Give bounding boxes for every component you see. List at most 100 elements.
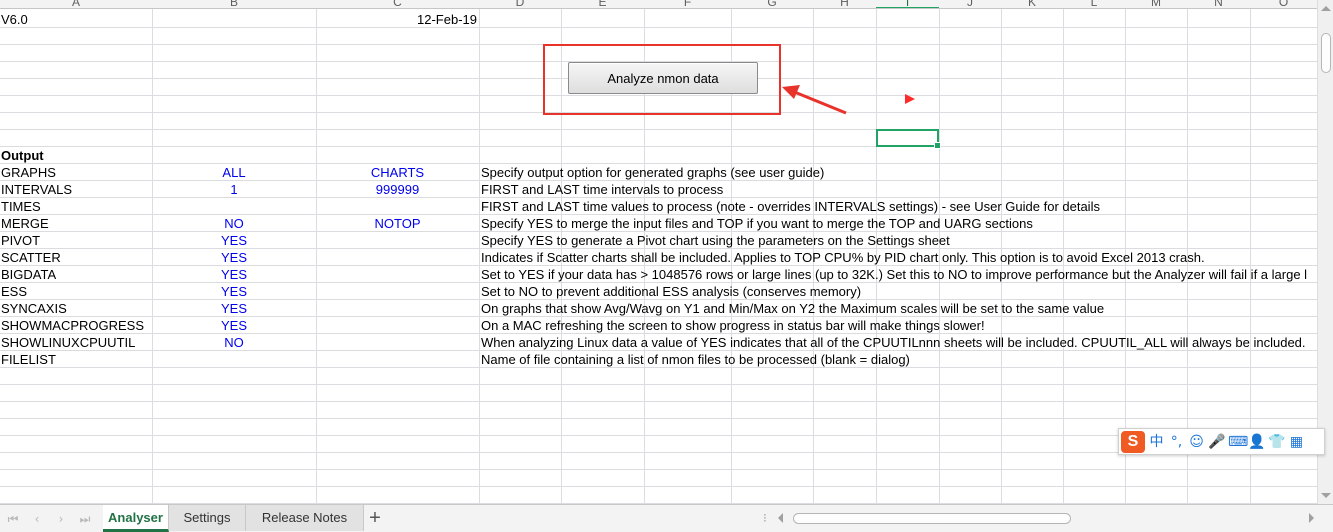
- setting-value-cell[interactable]: YES: [152, 300, 316, 317]
- setting-description-cell[interactable]: Specify YES to generate a Pivot chart us…: [480, 232, 1317, 249]
- setting-name-cell[interactable]: SCATTER: [0, 249, 152, 266]
- setting-value-cell[interactable]: 1: [152, 181, 316, 198]
- column-header-f[interactable]: F: [644, 0, 731, 8]
- scroll-right-icon[interactable]: [1309, 513, 1314, 523]
- setting-description-cell[interactable]: FIRST and LAST time intervals to process: [480, 181, 1317, 198]
- next-sheet-icon[interactable]: ›: [54, 512, 68, 526]
- setting-description-cell[interactable]: On graphs that show Avg/Wavg on Y1 and M…: [480, 300, 1317, 317]
- setting-value2-cell[interactable]: [316, 266, 479, 283]
- column-header-g[interactable]: G: [731, 0, 813, 8]
- keyboard-icon[interactable]: ⌨: [1228, 432, 1248, 452]
- setting-name-cell[interactable]: TIMES: [0, 198, 152, 215]
- setting-description-cell[interactable]: Specify YES to merge the input files and…: [480, 215, 1317, 232]
- setting-value2-cell[interactable]: [316, 317, 479, 334]
- chinese-mode-icon[interactable]: 中: [1148, 432, 1165, 452]
- row-gridline: [0, 384, 1317, 385]
- setting-name-cell[interactable]: SHOWLINUXCPUUTIL: [0, 334, 152, 351]
- column-header-b[interactable]: B: [152, 0, 316, 8]
- setting-value-cell[interactable]: ALL: [152, 164, 316, 181]
- comment-indicator-icon: [905, 94, 915, 104]
- column-header-h[interactable]: H: [813, 0, 876, 8]
- setting-value2-cell[interactable]: [316, 198, 479, 215]
- horizontal-scroll-thumb[interactable]: [793, 513, 1071, 524]
- section-label-output[interactable]: Output: [0, 147, 152, 164]
- setting-name-cell[interactable]: ESS: [0, 283, 152, 300]
- date-cell[interactable]: 12-Feb-19: [316, 11, 478, 28]
- column-header-o[interactable]: O: [1250, 0, 1317, 8]
- ime-toolbar[interactable]: S 中 °, ☺ 🎤 ⌨ 👤 👕 ▦: [1118, 428, 1325, 455]
- user-icon[interactable]: 👤: [1248, 432, 1265, 452]
- column-header-c[interactable]: C: [316, 0, 479, 8]
- tab-release-notes[interactable]: Release Notes: [246, 505, 364, 531]
- setting-value-cell[interactable]: [152, 198, 316, 215]
- column-header-j[interactable]: J: [939, 0, 1001, 8]
- row-gridline: [0, 27, 1317, 28]
- prev-sheet-icon[interactable]: ‹: [30, 512, 44, 526]
- setting-description-cell[interactable]: Set to YES if your data has > 1048576 ro…: [480, 266, 1317, 283]
- setting-value2-cell[interactable]: [316, 283, 479, 300]
- microphone-icon[interactable]: 🎤: [1208, 432, 1225, 452]
- setting-name-cell[interactable]: SYNCAXIS: [0, 300, 152, 317]
- setting-value-cell[interactable]: YES: [152, 249, 316, 266]
- setting-description-cell[interactable]: FIRST and LAST time values to process (n…: [480, 198, 1317, 215]
- setting-value-cell[interactable]: [152, 351, 316, 368]
- add-sheet-icon[interactable]: +: [366, 507, 384, 529]
- setting-value2-cell[interactable]: [316, 249, 479, 266]
- scroll-up-icon[interactable]: [1321, 6, 1331, 11]
- setting-description-cell[interactable]: Specify output option for generated grap…: [480, 164, 1317, 181]
- setting-value2-cell[interactable]: 999999: [316, 181, 479, 198]
- setting-description-cell[interactable]: Name of file containing a list of nmon f…: [480, 351, 1317, 368]
- analyze-nmon-data-button[interactable]: Analyze nmon data: [568, 62, 758, 94]
- column-header-a[interactable]: A: [0, 0, 152, 8]
- setting-name-cell[interactable]: PIVOT: [0, 232, 152, 249]
- tab-analyser[interactable]: Analyser: [103, 505, 169, 532]
- column-header-l[interactable]: L: [1063, 0, 1125, 8]
- version-cell[interactable]: V6.0: [0, 11, 152, 28]
- horizontal-scrollbar[interactable]: [775, 509, 1317, 527]
- tab-splitter-icon[interactable]: ⁝: [763, 511, 767, 525]
- skin-icon[interactable]: 👕: [1268, 432, 1285, 452]
- setting-value-cell[interactable]: YES: [152, 283, 316, 300]
- setting-value-cell[interactable]: NO: [152, 334, 316, 351]
- toolbox-grid-icon[interactable]: ▦: [1288, 432, 1305, 452]
- annotation-arrow-icon: [782, 85, 847, 115]
- selected-cell-cursor[interactable]: [876, 129, 941, 149]
- setting-name-cell[interactable]: MERGE: [0, 215, 152, 232]
- column-header-e[interactable]: E: [561, 0, 644, 8]
- scroll-left-icon[interactable]: [778, 513, 783, 523]
- setting-value-cell[interactable]: YES: [152, 232, 316, 249]
- row-gridline: [0, 486, 1317, 487]
- column-header-m[interactable]: M: [1125, 0, 1187, 8]
- setting-value2-cell[interactable]: [316, 300, 479, 317]
- row-gridline: [0, 418, 1317, 419]
- emoji-icon[interactable]: ☺: [1188, 432, 1205, 452]
- setting-value2-cell[interactable]: NOTOP: [316, 215, 479, 232]
- setting-description-cell[interactable]: Indicates if Scatter charts shall be inc…: [480, 249, 1317, 266]
- column-header-d[interactable]: D: [479, 0, 561, 8]
- scroll-down-icon[interactable]: [1321, 493, 1331, 498]
- setting-name-cell[interactable]: FILELIST: [0, 351, 152, 368]
- column-header-k[interactable]: K: [1001, 0, 1063, 8]
- setting-value2-cell[interactable]: CHARTS: [316, 164, 479, 181]
- column-header-n[interactable]: N: [1187, 0, 1250, 8]
- column-header-i[interactable]: I: [876, 0, 939, 8]
- setting-name-cell[interactable]: GRAPHS: [0, 164, 152, 181]
- setting-name-cell[interactable]: INTERVALS: [0, 181, 152, 198]
- setting-value-cell[interactable]: YES: [152, 317, 316, 334]
- tab-settings[interactable]: Settings: [169, 505, 246, 531]
- setting-name-cell[interactable]: SHOWMACPROGRESS: [0, 317, 152, 334]
- sogou-logo-icon[interactable]: S: [1121, 430, 1145, 453]
- setting-description-cell[interactable]: On a MAC refreshing the screen to show p…: [480, 317, 1317, 334]
- setting-value-cell[interactable]: NO: [152, 215, 316, 232]
- setting-value-cell[interactable]: YES: [152, 266, 316, 283]
- setting-value2-cell[interactable]: [316, 232, 479, 249]
- punctuation-icon[interactable]: °,: [1168, 432, 1185, 452]
- setting-name-cell[interactable]: BIGDATA: [0, 266, 152, 283]
- setting-value2-cell[interactable]: [316, 351, 479, 368]
- setting-value2-cell[interactable]: [316, 334, 479, 351]
- setting-description-cell[interactable]: Set to NO to prevent additional ESS anal…: [480, 283, 1317, 300]
- last-sheet-icon[interactable]: ⏭: [78, 512, 92, 526]
- first-sheet-icon[interactable]: ⏮: [6, 512, 20, 526]
- setting-description-cell[interactable]: When analyzing Linux data a value of YES…: [480, 334, 1317, 351]
- vertical-scroll-thumb[interactable]: [1321, 33, 1331, 73]
